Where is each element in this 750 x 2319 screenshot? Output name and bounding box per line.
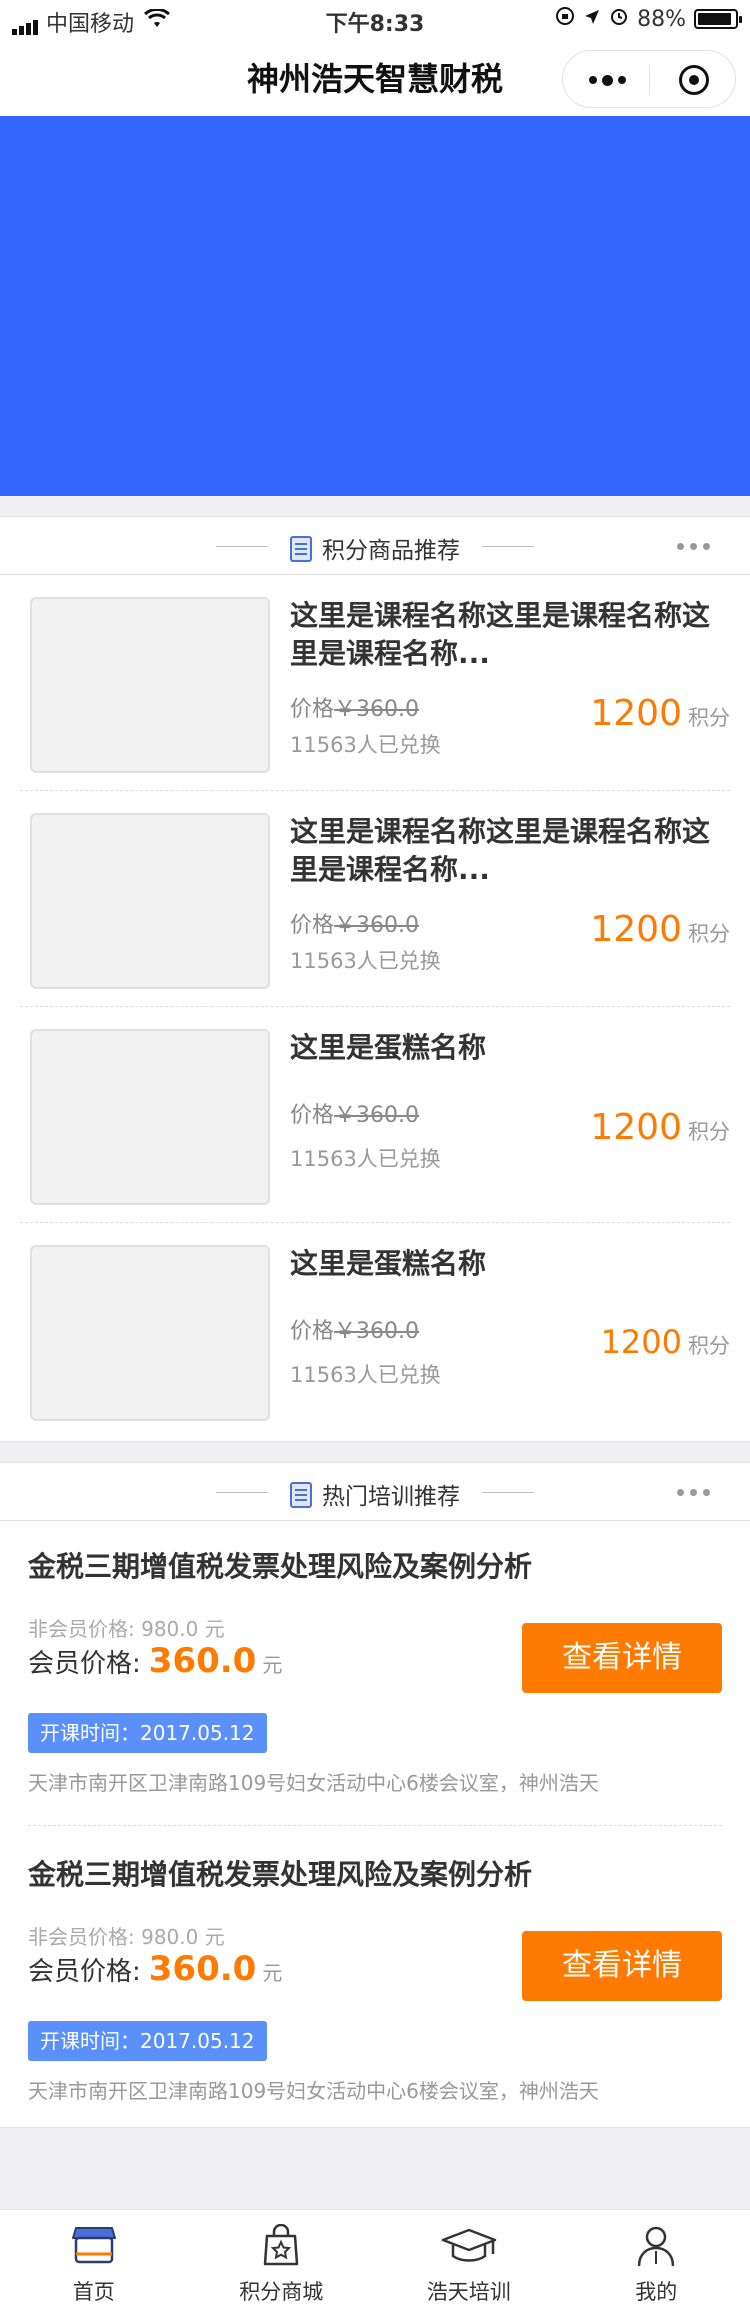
battery-percent: 88% xyxy=(637,6,686,32)
tab-training-label: 浩天培训 xyxy=(426,2280,511,2304)
points-price: 1200 积分 xyxy=(590,1107,730,1148)
course-card[interactable]: 金税三期增值税发票处理风险及案例分析 非会员价格: 980.0 元 会员价格: 3… xyxy=(28,1853,722,2103)
course-card[interactable]: 金税三期增值税发票处理风险及案例分析 非会员价格: 980.0 元 会员价格: 3… xyxy=(28,1545,722,1795)
product-card[interactable]: 这里是课程名称这里是课程名称这里是课程名称... 价格￥360.0 11563人… xyxy=(20,791,730,1007)
tab-home[interactable]: 首页 xyxy=(0,2210,188,2319)
graduation-cap-icon xyxy=(441,2228,496,2262)
product-card[interactable]: 这里是蛋糕名称 价格￥360.0 11563人已兑换 1200 积分 xyxy=(20,1223,730,1439)
product-thumbnail xyxy=(30,1029,270,1205)
tab-mine-label: 我的 xyxy=(635,2280,678,2304)
miniprogram-capsule xyxy=(562,50,736,108)
product-name: 这里是课程名称这里是课程名称这里是课程名称... xyxy=(290,599,711,670)
nonmember-price: 非会员价格: 980.0 元 xyxy=(28,1925,225,1949)
more-dots-icon[interactable] xyxy=(677,1489,710,1496)
course-title: 金税三期增值税发票处理风险及案例分析 xyxy=(28,1550,533,1583)
tab-mine[interactable]: 我的 xyxy=(563,2210,750,2319)
nonmember-price: 非会员价格: 980.0 元 xyxy=(28,1617,225,1641)
redeemed-count: 11563人已兑换 xyxy=(290,733,441,757)
points-section-title-wrap: 积分商品推荐 xyxy=(0,531,750,565)
product-thumbnail xyxy=(30,597,270,773)
view-details-button[interactable]: 查看详情 xyxy=(522,1931,722,2001)
course-address: 天津市南开区卫津南路109号妇女活动中心6楼会议室，神州浩天 xyxy=(28,1771,599,1795)
user-icon xyxy=(638,2226,675,2267)
original-price: 价格￥360.0 xyxy=(290,913,419,938)
tab-bar: 首页 积分商城 浩天培训 我的 xyxy=(0,2209,750,2319)
alarm-icon xyxy=(609,6,629,32)
training-section-title: 热门培训推荐 xyxy=(322,1484,460,1510)
more-dots-icon[interactable] xyxy=(677,543,710,550)
start-time-badge: 开课时间：2017.05.12 xyxy=(28,1713,267,1753)
points-section-header: 积分商品推荐 xyxy=(0,517,750,575)
header-line-right xyxy=(482,1492,534,1493)
member-price: 会员价格: 360.0 元 xyxy=(28,1949,283,1989)
document-icon xyxy=(290,536,312,562)
training-section-title-wrap: 热门培训推荐 xyxy=(0,1477,750,1511)
status-right: 88% xyxy=(555,6,742,32)
member-price: 会员价格: 360.0 元 xyxy=(28,1641,283,1681)
rotation-lock-icon xyxy=(555,6,575,32)
more-menu-icon[interactable] xyxy=(589,74,626,86)
product-thumbnail xyxy=(30,1245,270,1421)
home-store-icon xyxy=(71,2227,116,2264)
points-section-title: 积分商品推荐 xyxy=(322,538,460,564)
product-name: 这里是课程名称这里是课程名称这里是课程名称... xyxy=(290,815,711,886)
tab-training[interactable]: 浩天培训 xyxy=(375,2210,563,2319)
location-icon xyxy=(583,7,601,32)
points-section: 积分商品推荐 这里是课程名称这里是课程名称这里是课程名称... 价格￥360.0… xyxy=(0,516,750,1442)
battery-icon xyxy=(694,9,742,29)
view-details-button[interactable]: 查看详情 xyxy=(522,1623,722,1693)
training-section: 热门培训推荐 金税三期增值税发票处理风险及案例分析 非会员价格: 980.0 元… xyxy=(0,1462,750,2128)
original-price: 价格￥360.0 xyxy=(290,1103,419,1128)
shopping-bag-icon xyxy=(264,2224,299,2266)
tab-points-mall-label: 积分商城 xyxy=(239,2280,324,2304)
original-price: 价格￥360.0 xyxy=(290,1319,419,1344)
course-address: 天津市南开区卫津南路109号妇女活动中心6楼会议室，神州浩天 xyxy=(28,2079,599,2103)
course-divider xyxy=(28,1825,722,1826)
original-price: 价格￥360.0 xyxy=(290,697,419,722)
start-time-badge: 开课时间：2017.05.12 xyxy=(28,2021,267,2061)
document-icon xyxy=(290,1482,312,1508)
points-price: 1200 积分 xyxy=(600,1323,730,1361)
course-title: 金税三期增值税发票处理风险及案例分析 xyxy=(28,1858,533,1891)
redeemed-count: 11563人已兑换 xyxy=(290,949,441,973)
tab-points-mall[interactable]: 积分商城 xyxy=(188,2210,376,2319)
points-price: 1200 积分 xyxy=(590,909,730,950)
tab-home-label: 首页 xyxy=(72,2280,115,2304)
banner[interactable] xyxy=(0,116,750,496)
training-section-header: 热门培训推荐 xyxy=(0,1463,750,1521)
product-name: 这里是蛋糕名称 xyxy=(290,1031,487,1064)
status-bar: 中国移动 下午8:33 88% xyxy=(0,0,750,40)
product-thumbnail xyxy=(30,813,270,989)
points-price: 1200 积分 xyxy=(590,693,730,734)
capsule-divider xyxy=(649,65,650,95)
product-card[interactable]: 这里是蛋糕名称 价格￥360.0 11563人已兑换 1200 积分 xyxy=(20,1007,730,1223)
product-name: 这里是蛋糕名称 xyxy=(290,1247,487,1280)
product-card[interactable]: 这里是课程名称这里是课程名称这里是课程名称... 价格￥360.0 11563人… xyxy=(20,575,730,791)
redeemed-count: 11563人已兑换 xyxy=(290,1147,441,1171)
nav-bar: 神州浩天智慧财税 xyxy=(0,40,750,116)
close-miniprogram-icon[interactable] xyxy=(679,65,709,95)
redeemed-count: 11563人已兑换 xyxy=(290,1363,441,1387)
header-line-right xyxy=(482,546,534,547)
